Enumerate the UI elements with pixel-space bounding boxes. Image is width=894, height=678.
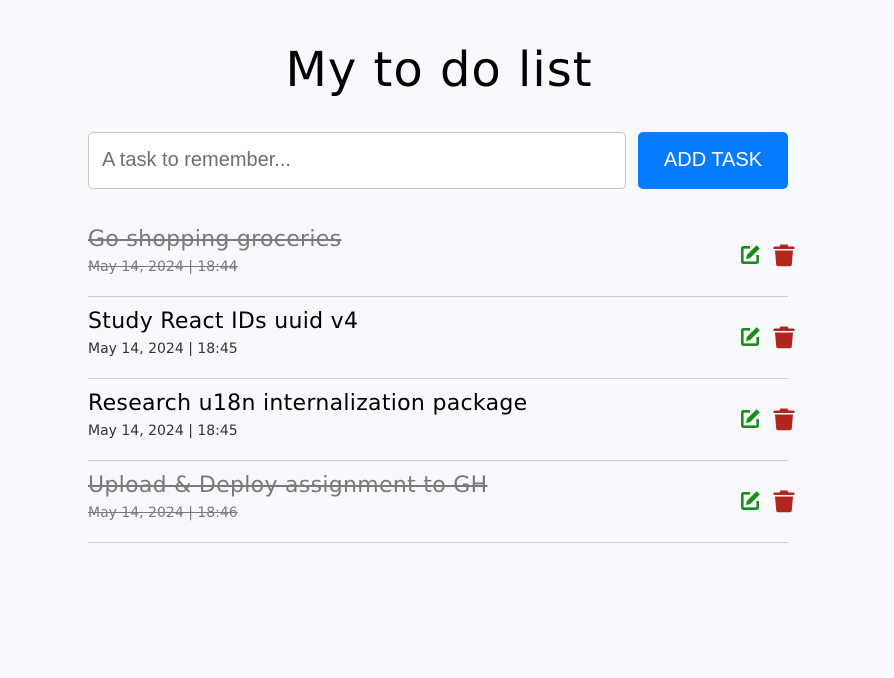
- task-text[interactable]: Go shopping groceries: [88, 227, 341, 252]
- trash-icon[interactable]: [772, 324, 796, 350]
- task-item: Research u18n internalization package Ma…: [88, 379, 795, 461]
- edit-icon[interactable]: [738, 324, 762, 350]
- task-text[interactable]: Research u18n internalization package: [88, 391, 527, 416]
- task-input[interactable]: [88, 132, 626, 189]
- edit-icon[interactable]: [738, 406, 762, 432]
- page-title: My to do list: [285, 42, 593, 98]
- task-date: May 14, 2024 | 18:45: [88, 423, 238, 439]
- trash-icon[interactable]: [772, 488, 796, 514]
- task-date: May 14, 2024 | 18:44: [88, 259, 238, 275]
- task-text[interactable]: Study React IDs uuid v4: [88, 309, 358, 334]
- task-actions: [738, 324, 796, 350]
- todo-app: My to do list ADD TASK Go shopping groce…: [0, 0, 894, 678]
- task-actions: [738, 488, 796, 514]
- edit-icon[interactable]: [738, 242, 762, 268]
- task-item: Go shopping groceries May 14, 2024 | 18:…: [88, 215, 795, 297]
- trash-icon[interactable]: [772, 406, 796, 432]
- task-actions: [738, 406, 796, 432]
- task-list: Go shopping groceries May 14, 2024 | 18:…: [88, 215, 795, 543]
- task-actions: [738, 242, 796, 268]
- add-task-form: ADD TASK: [88, 132, 788, 189]
- task-date: May 14, 2024 | 18:46: [88, 505, 238, 521]
- add-task-button[interactable]: ADD TASK: [638, 132, 788, 189]
- task-date: May 14, 2024 | 18:45: [88, 341, 238, 357]
- task-text[interactable]: Upload & Deploy assignment to GH: [88, 473, 487, 498]
- edit-icon[interactable]: [738, 488, 762, 514]
- task-item: Upload & Deploy assignment to GH May 14,…: [88, 461, 795, 543]
- task-item: Study React IDs uuid v4 May 14, 2024 | 1…: [88, 297, 795, 379]
- trash-icon[interactable]: [772, 242, 796, 268]
